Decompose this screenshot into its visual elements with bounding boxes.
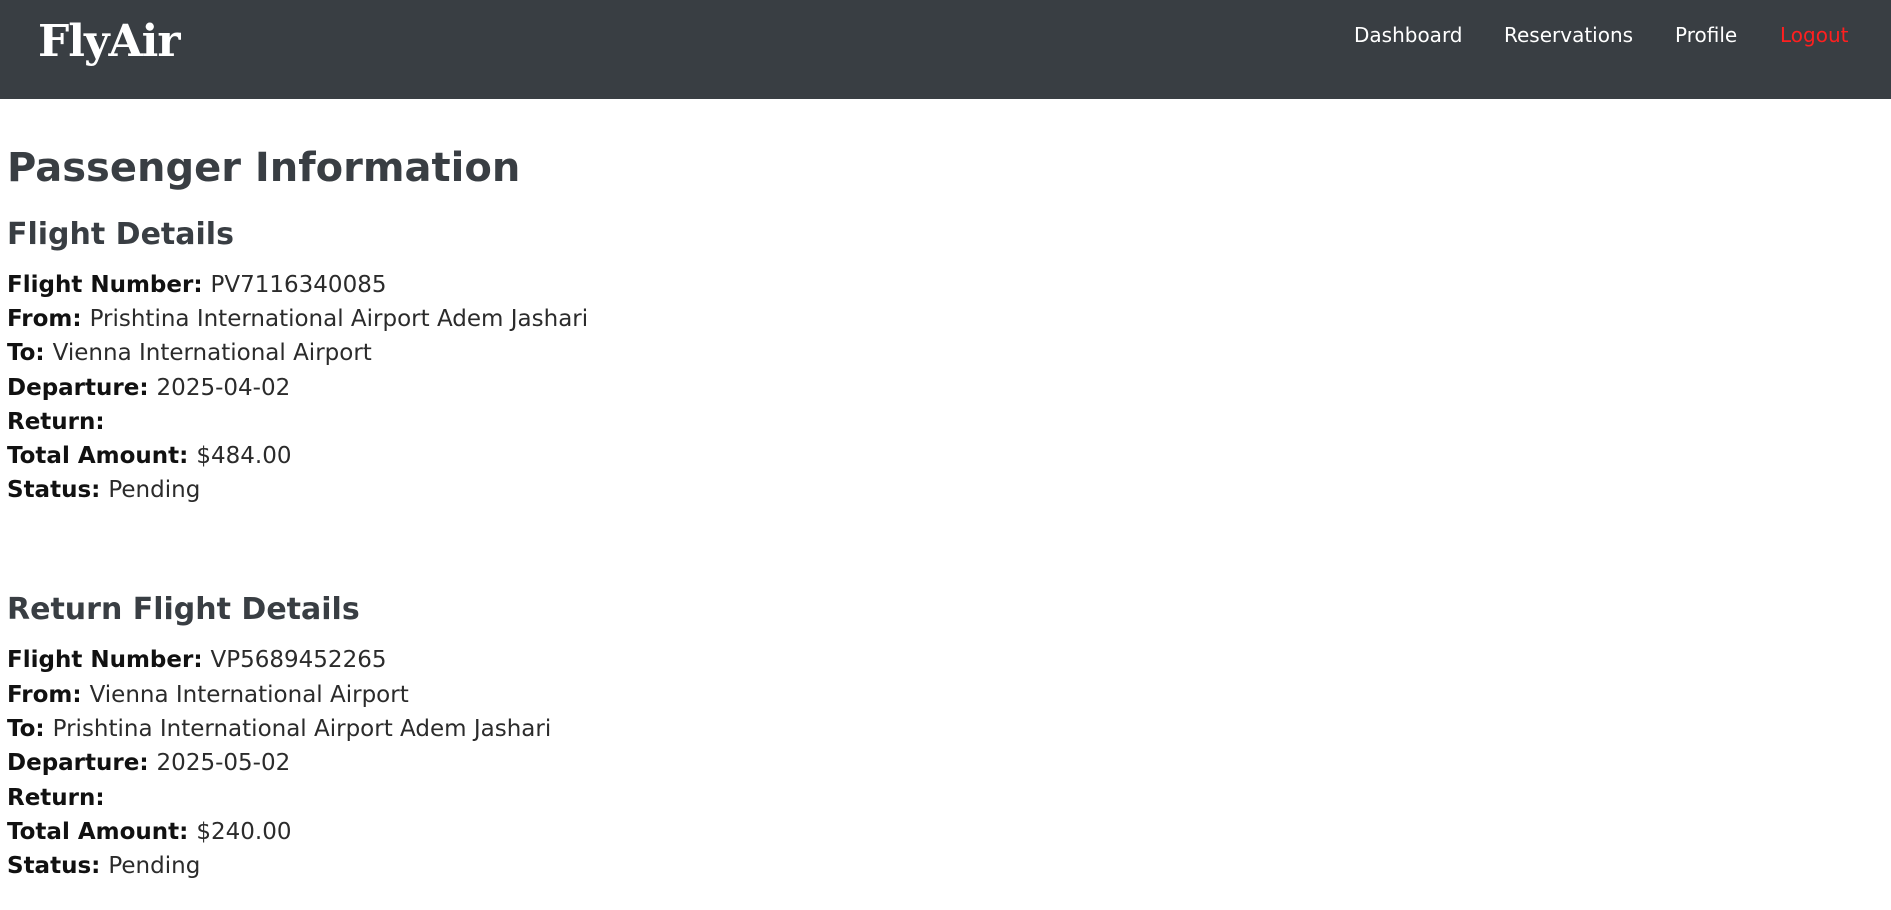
return-from-value: Vienna International Airport xyxy=(89,682,409,708)
brand-logo[interactable]: FlyAir xyxy=(38,10,181,74)
return-total-amount-row: Total Amount: $240.00 xyxy=(7,817,291,847)
return-status-row: Status: Pending xyxy=(7,851,200,881)
return-total-amount-value: $240.00 xyxy=(196,819,292,845)
total-amount-value: $484.00 xyxy=(196,443,292,469)
departure-value: 2025-04-02 xyxy=(156,375,291,401)
status-label: Status: xyxy=(7,477,109,503)
from-row: From: Prishtina International Airport Ad… xyxy=(7,304,588,334)
return-to-row: To: Prishtina International Airport Adem… xyxy=(7,714,551,744)
to-label: To: xyxy=(7,340,53,366)
total-amount-row: Total Amount: $484.00 xyxy=(7,441,291,471)
return-flight-number-value: VP5689452265 xyxy=(210,647,387,673)
to-value: Vienna International Airport xyxy=(52,340,372,366)
return-flight-details-heading: Return Flight Details xyxy=(7,592,360,627)
return-to-label: To: xyxy=(7,716,53,742)
total-amount-label: Total Amount: xyxy=(7,443,197,469)
return-status-value: Pending xyxy=(108,853,201,879)
flight-number-value: PV7116340085 xyxy=(210,272,387,298)
flight-number-row: Flight Number: PV7116340085 xyxy=(7,270,386,300)
nav-link-dashboard[interactable]: Dashboard xyxy=(1354,22,1463,48)
nav-link-profile[interactable]: Profile xyxy=(1675,22,1737,48)
return-flight-number-row: Flight Number: VP5689452265 xyxy=(7,645,386,675)
return-row: Return: xyxy=(7,407,105,437)
return-departure-label: Departure: xyxy=(7,750,157,776)
flight-number-label: Flight Number: xyxy=(7,272,211,298)
status-row: Status: Pending xyxy=(7,475,200,505)
status-value: Pending xyxy=(108,477,201,503)
top-navbar: FlyAir Dashboard Reservations Profile Lo… xyxy=(0,0,1891,99)
return-flight-number-label: Flight Number: xyxy=(7,647,211,673)
return-label: Return: xyxy=(7,409,105,435)
return-status-label: Status: xyxy=(7,853,109,879)
return-to-value: Prishtina International Airport Adem Jas… xyxy=(52,716,552,742)
return-total-amount-label: Total Amount: xyxy=(7,819,197,845)
from-label: From: xyxy=(7,306,90,332)
nav-link-logout[interactable]: Logout xyxy=(1780,22,1848,48)
return-departure-row: Departure: 2025-05-02 xyxy=(7,748,290,778)
nav-link-reservations[interactable]: Reservations xyxy=(1504,22,1633,48)
departure-row: Departure: 2025-04-02 xyxy=(7,373,290,403)
flight-details-heading: Flight Details xyxy=(7,217,234,252)
return-return-label: Return: xyxy=(7,785,105,811)
page-title: Passenger Information xyxy=(7,145,521,191)
return-departure-value: 2025-05-02 xyxy=(156,750,291,776)
from-value: Prishtina International Airport Adem Jas… xyxy=(89,306,589,332)
return-return-row: Return: xyxy=(7,783,105,813)
return-from-label: From: xyxy=(7,682,90,708)
to-row: To: Vienna International Airport xyxy=(7,338,372,368)
departure-label: Departure: xyxy=(7,375,157,401)
return-from-row: From: Vienna International Airport xyxy=(7,680,409,710)
